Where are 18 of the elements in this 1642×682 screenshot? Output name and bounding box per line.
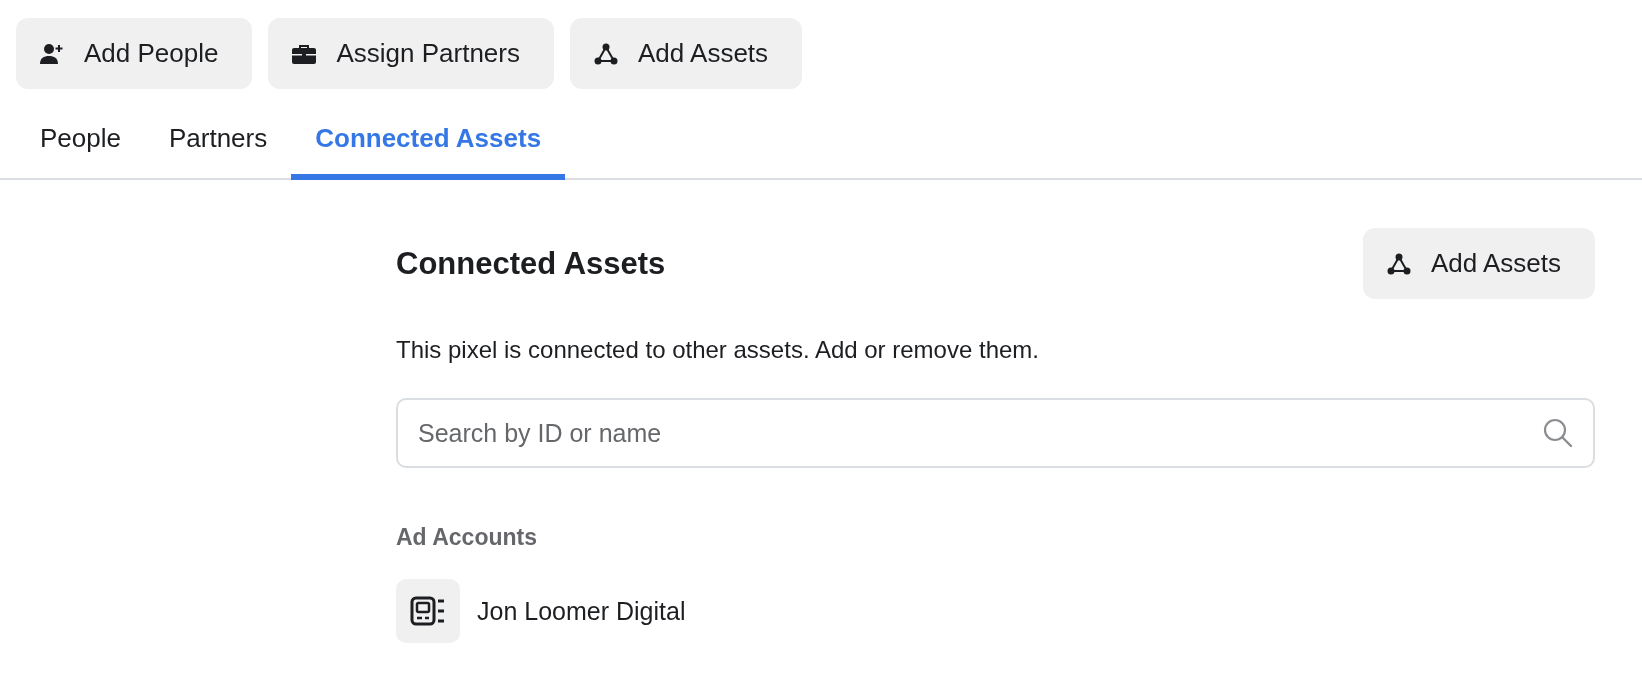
action-button[interactable]: Add People [16, 18, 253, 89]
network-icon [1386, 252, 1411, 275]
section-description: This pixel is connected to other assets. Add or remove them. [396, 336, 1040, 364]
action-button[interactable]: Assign Partners [268, 18, 554, 89]
asset-name[interactable]: Jon Loomer Digital [477, 596, 686, 626]
search-field[interactable]: Search by ID or name [396, 398, 1595, 468]
person-add-icon [40, 42, 64, 65]
section-title: Connected Assets [396, 245, 666, 282]
tab[interactable]: Connected Assets [291, 105, 566, 180]
network-icon [594, 42, 618, 65]
ad-account-icon [410, 596, 446, 626]
tab[interactable]: People [16, 105, 145, 180]
action-button[interactable]: Add Assets [570, 18, 803, 89]
briefcase-icon [292, 43, 317, 64]
group-heading: Ad Accounts [396, 524, 538, 551]
search-icon [1543, 418, 1573, 448]
tab[interactable]: Partners [144, 105, 292, 180]
add-assets-button[interactable]: Add Assets [1362, 228, 1595, 299]
